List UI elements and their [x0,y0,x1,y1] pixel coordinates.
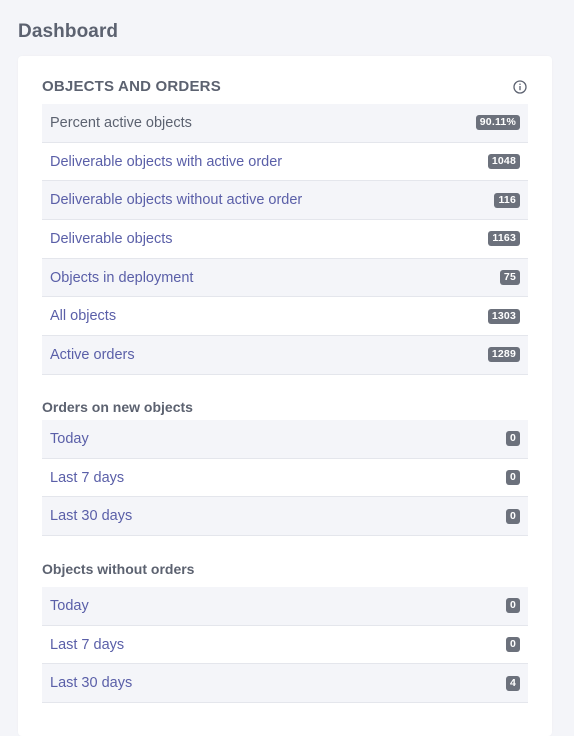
count-badge: 0 [505,508,520,524]
info-icon[interactable] [512,79,528,95]
count-badge: 1048 [487,154,520,170]
list-item-link[interactable]: Objects in deployment [50,270,193,286]
count-badge: 75 [499,270,520,286]
list-item-label: Percent active objects [50,114,192,131]
list-item-link[interactable]: Active orders [50,347,135,363]
list-item-last-30-days[interactable]: Last 30 days 4 [42,664,528,704]
list-item-link[interactable]: Last 7 days [50,637,124,653]
list-item-deliverable-with-order[interactable]: Deliverable objects with active order 10… [42,143,528,182]
list-item-all-objects[interactable]: All objects 1303 [42,297,528,337]
section-title: Objects without orders [42,561,195,577]
list-item-link[interactable]: Deliverable objects [50,231,173,247]
page-title: Dashboard [18,21,119,42]
list-item-link[interactable]: Last 7 days [50,470,124,486]
objects-without-orders-list: Today 0 Last 7 days 0 Last 30 days 4 [42,587,528,704]
count-badge: 0 [505,470,520,486]
list-item-link[interactable]: Today [50,598,89,614]
list-item-percent-active: Percent active objects 90.11% [42,104,528,143]
list-item-link[interactable]: Last 30 days [50,508,132,524]
orders-on-new-objects-header: Orders on new objects [42,399,528,415]
list-item-last-7-days[interactable]: Last 7 days 0 [42,459,528,498]
list-item-today[interactable]: Today 0 [42,420,528,459]
objects-without-orders-header: Objects without orders [42,561,528,577]
list-item-link[interactable]: All objects [50,308,116,324]
list-item-last-7-days[interactable]: Last 7 days 0 [42,626,528,665]
orders-on-new-objects-list: Today 0 Last 7 days 0 Last 30 days 0 [42,420,528,537]
count-badge: 1163 [488,231,520,247]
list-item-today[interactable]: Today 0 [42,587,528,626]
list-item-deliverable-objects[interactable]: Deliverable objects 1163 [42,220,528,259]
objects-and-orders-list: Percent active objects 90.11% Deliverabl… [42,104,528,375]
count-badge: 0 [505,637,520,653]
count-badge: 4 [505,675,520,691]
list-item-link[interactable]: Today [50,431,89,447]
list-item-link[interactable]: Deliverable objects with active order [50,154,282,170]
dashboard-card: OBJECTS AND ORDERS Percent active object… [18,56,552,736]
section-title: OBJECTS AND ORDERS [42,78,221,95]
list-item-last-30-days[interactable]: Last 30 days 0 [42,497,528,537]
objects-and-orders-header: OBJECTS AND ORDERS [42,78,528,95]
list-item-link[interactable]: Deliverable objects without active order [50,192,302,208]
list-item-in-deployment[interactable]: Objects in deployment 75 [42,258,528,298]
list-item-deliverable-without-order[interactable]: Deliverable objects without active order… [42,181,528,221]
list-item-link[interactable]: Last 30 days [50,675,132,691]
list-item-active-orders[interactable]: Active orders 1289 [42,336,528,375]
count-badge: 90.11% [475,115,520,131]
count-badge: 1303 [487,308,520,324]
count-badge: 0 [505,598,520,614]
count-badge: 116 [494,192,520,208]
section-title: Orders on new objects [42,399,193,415]
count-badge: 0 [505,431,520,447]
count-badge: 1289 [487,347,520,363]
